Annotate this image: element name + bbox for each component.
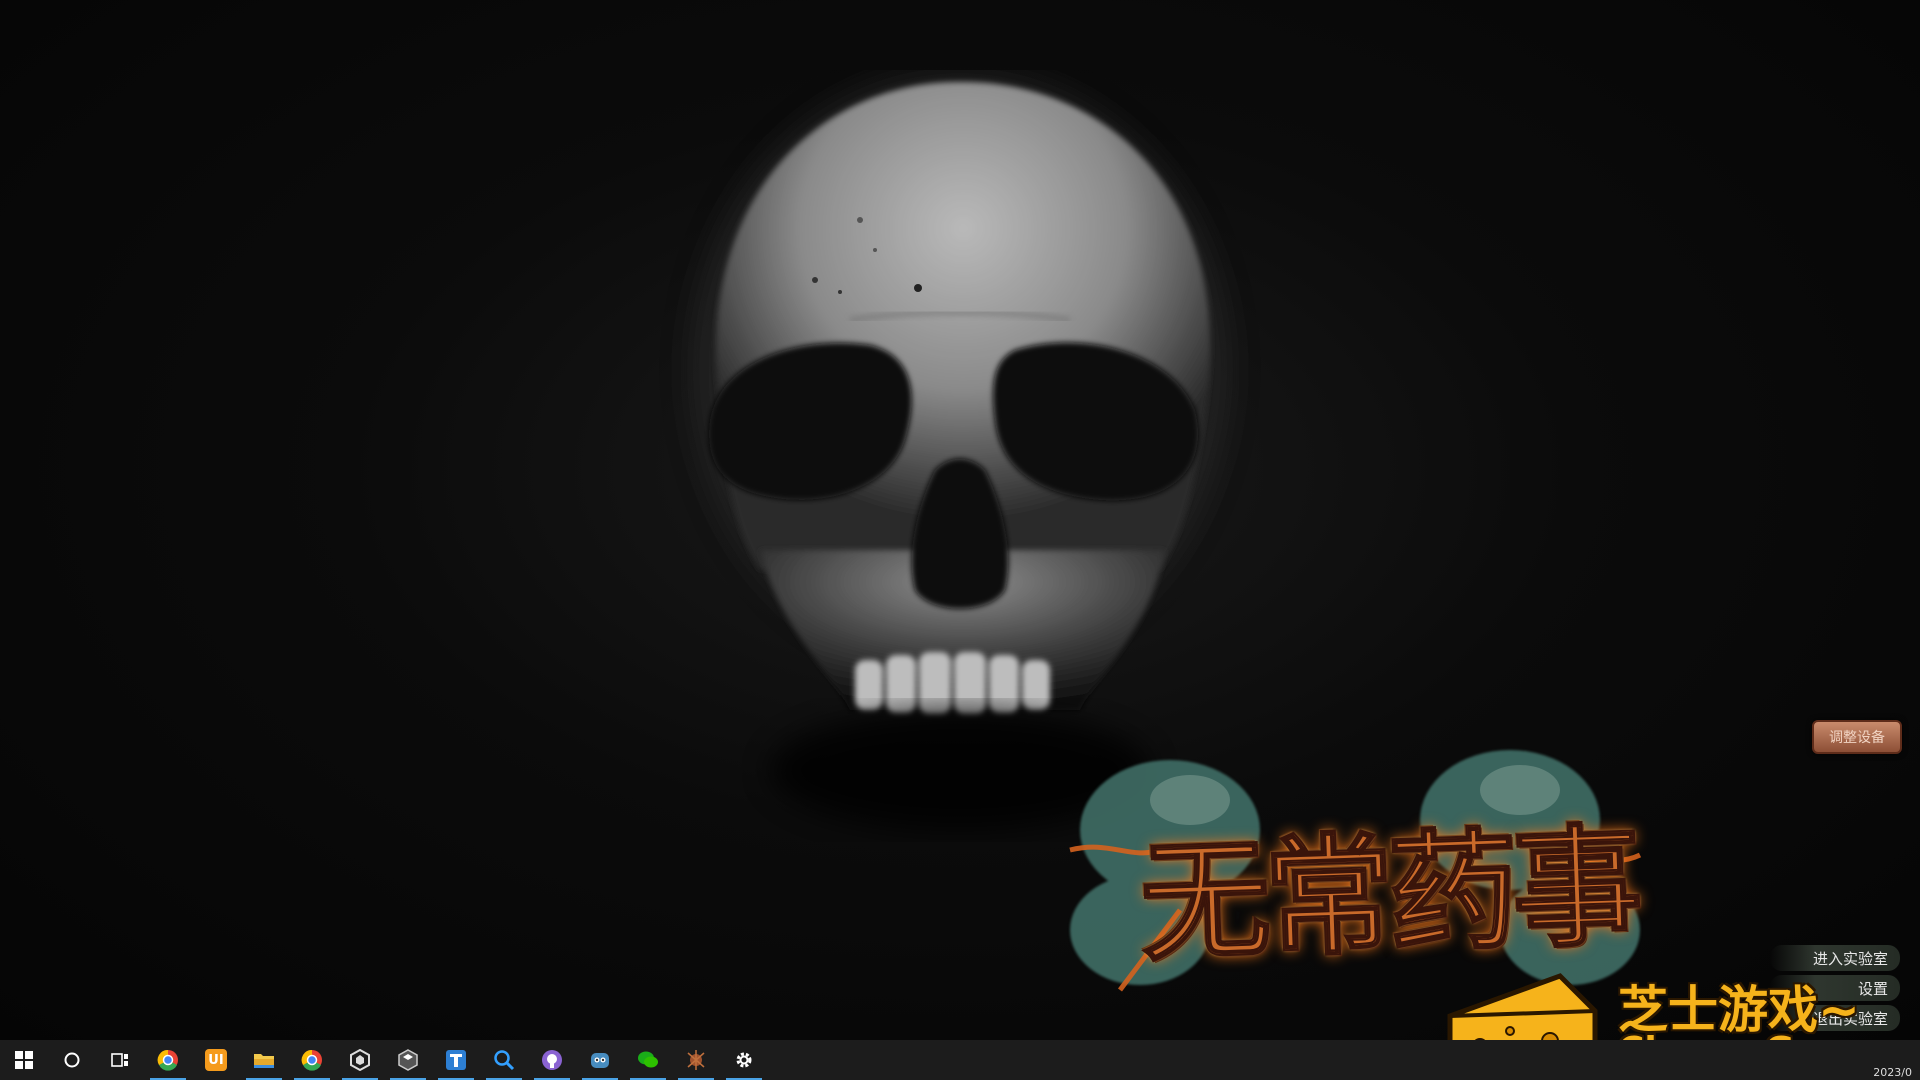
ui-app-icon: UI (205, 1049, 227, 1071)
taskbar-app-godot[interactable] (576, 1040, 624, 1080)
game-icon (687, 1050, 705, 1070)
taskbar-app-ui[interactable]: UI (192, 1040, 240, 1080)
taskbar-app-unity-hub[interactable] (336, 1040, 384, 1080)
chrome-icon-2 (301, 1049, 322, 1071)
file-explorer-icon (254, 1054, 274, 1068)
chrome-icon (157, 1049, 178, 1071)
search-button[interactable] (48, 1040, 96, 1080)
unity-icon (398, 1049, 418, 1071)
taskbar-app-blue[interactable] (432, 1040, 480, 1080)
taskbar-app-game[interactable] (672, 1040, 720, 1080)
taskbar-app-chrome[interactable] (144, 1040, 192, 1080)
blue-app-icon (446, 1050, 466, 1070)
taskbar-app-github[interactable] (528, 1040, 576, 1080)
adjust-device-button[interactable]: 调整设备 (1812, 720, 1902, 754)
game-title-text: 无常药事 (1137, 808, 1640, 980)
unity-hub-icon (350, 1049, 370, 1071)
taskbar-clock[interactable]: 2023/0 (1873, 1066, 1912, 1079)
wechat-icon (638, 1051, 658, 1068)
taskbar-app-explorer[interactable] (240, 1040, 288, 1080)
skull-illustration (690, 70, 1230, 830)
github-icon (542, 1050, 562, 1070)
game-scene: 无常药事 调整设备 进入实验室 设置 退出实验室 (0, 0, 1920, 1040)
taskbar: UI (0, 1040, 1920, 1080)
taskbar-app-chrome-2[interactable] (288, 1040, 336, 1080)
godot-icon (591, 1053, 609, 1068)
search-circle-icon (64, 1052, 80, 1068)
task-view-icon (111, 1053, 128, 1067)
start-button[interactable] (0, 1040, 48, 1080)
taskbar-app-settings[interactable] (720, 1040, 768, 1080)
start-icon (15, 1051, 33, 1069)
settings-gear-icon (736, 1052, 752, 1068)
task-view-button[interactable] (96, 1040, 144, 1080)
taskbar-app-search[interactable] (480, 1040, 528, 1080)
taskbar-app-wechat[interactable] (624, 1040, 672, 1080)
search-app-icon (494, 1050, 515, 1071)
taskbar-app-unity[interactable] (384, 1040, 432, 1080)
